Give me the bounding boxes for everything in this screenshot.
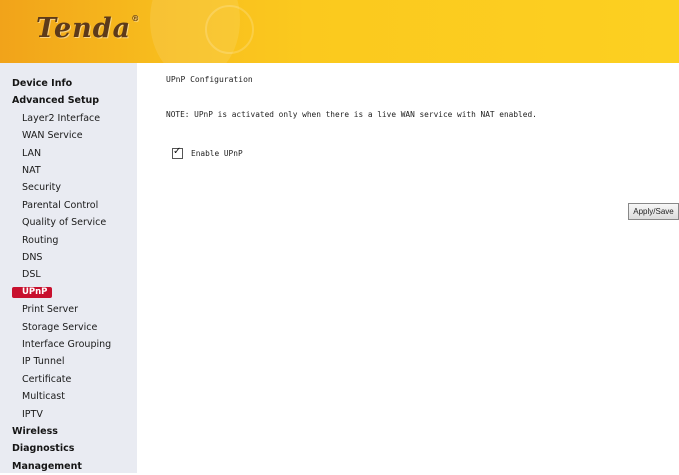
header-banner: Tenda® — [0, 0, 679, 63]
sidebar-item-parental-control[interactable]: Parental Control — [22, 197, 98, 214]
sidebar-item-dns[interactable]: DNS — [22, 249, 42, 266]
sidebar-item-layer2-interface[interactable]: Layer2 Interface — [22, 110, 100, 127]
registered-mark: ® — [131, 13, 141, 23]
sidebar-item-multicast[interactable]: Multicast — [22, 388, 65, 405]
sidebar-item-diagnostics[interactable]: Diagnostics — [12, 440, 74, 457]
sidebar-item-iptv[interactable]: IPTV — [22, 406, 43, 423]
tenda-logo: Tenda® — [36, 13, 140, 44]
sidebar-item-interface-grouping[interactable]: Interface Grouping — [22, 336, 111, 353]
sidebar-item-storage-service[interactable]: Storage Service — [22, 319, 97, 336]
sidebar-item-upnp[interactable]: UPnP — [12, 286, 53, 298]
sidebar-item-ip-tunnel[interactable]: IP Tunnel — [22, 353, 64, 370]
logo-text: Tenda — [36, 13, 132, 44]
enable-upnp-label: Enable UPnP — [191, 148, 243, 158]
page-title: UPnP Configuration — [166, 75, 253, 84]
main-content: UPnP Configuration NOTE: UPnP is activat… — [137, 63, 679, 473]
sidebar-item-nat[interactable]: NAT — [22, 162, 41, 179]
sidebar-item-dsl[interactable]: DSL — [22, 266, 41, 283]
sidebar-item-wan-service[interactable]: WAN Service — [22, 127, 83, 144]
enable-upnp-checkbox[interactable]: ✓ — [172, 145, 183, 159]
apply-save-button[interactable]: Apply/Save — [628, 203, 679, 220]
sidebar-item-wireless[interactable]: Wireless — [12, 423, 58, 440]
sidebar-item-quality-of-service[interactable]: Quality of Service — [22, 214, 106, 231]
sidebar-item-device-info[interactable]: Device Info — [12, 75, 72, 92]
enable-upnp-row: ✓ Enable UPnP — [172, 145, 243, 159]
sidebar-item-lan[interactable]: LAN — [22, 145, 41, 162]
sidebar-item-certificate[interactable]: Certificate — [22, 371, 71, 388]
sidebar-item-advanced-setup[interactable]: Advanced Setup — [12, 92, 99, 109]
sidebar-nav: Device Info Advanced Setup Layer2 Interfac… — [0, 63, 137, 473]
sidebar-item-management[interactable]: Management — [12, 458, 82, 475]
checkmark-icon: ✓ — [173, 145, 182, 157]
header-decoration-ring — [205, 5, 254, 54]
sidebar-item-security[interactable]: Security — [22, 179, 61, 196]
sidebar-item-print-server[interactable]: Print Server — [22, 301, 78, 318]
upnp-note: NOTE: UPnP is activated only when there … — [166, 110, 537, 119]
sidebar-item-routing[interactable]: Routing — [22, 232, 58, 249]
